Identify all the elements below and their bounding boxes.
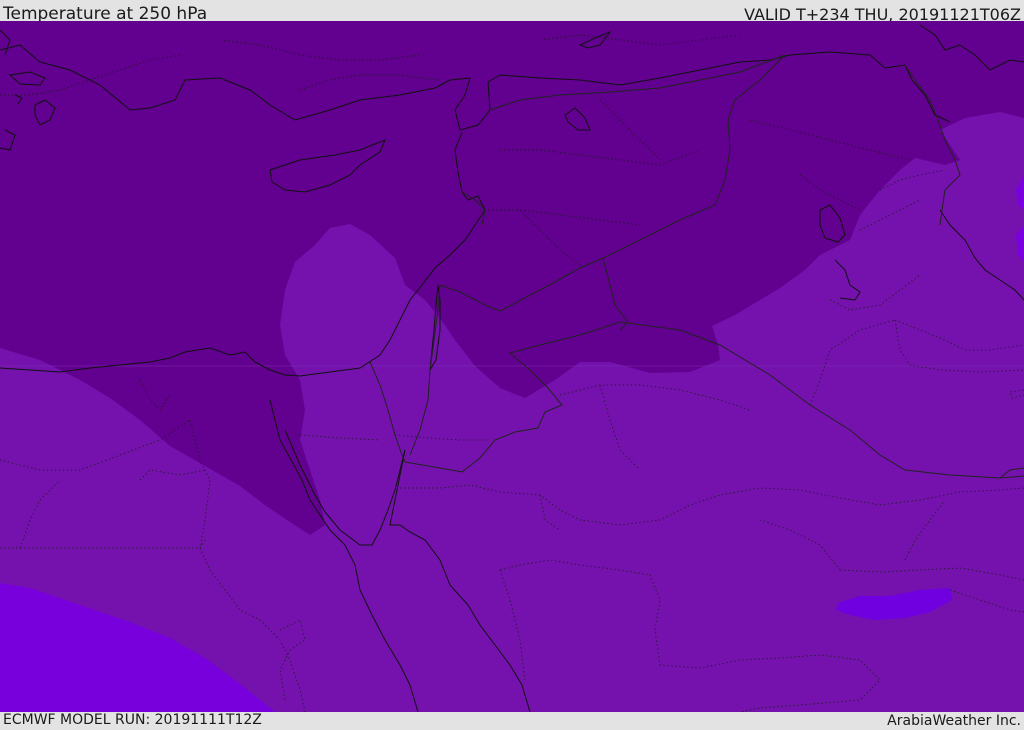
header-bar: Temperature at 250 hPa VALID T+234 THU, … [0,0,1024,24]
footer-bar: ECMWF MODEL RUN: 20191111T12Z ArabiaWeat… [0,712,1024,729]
map-view[interactable] [0,21,1024,712]
model-run-label: ECMWF MODEL RUN: 20191111T12Z [3,712,262,728]
credit-label: ArabiaWeather Inc. [887,713,1021,729]
